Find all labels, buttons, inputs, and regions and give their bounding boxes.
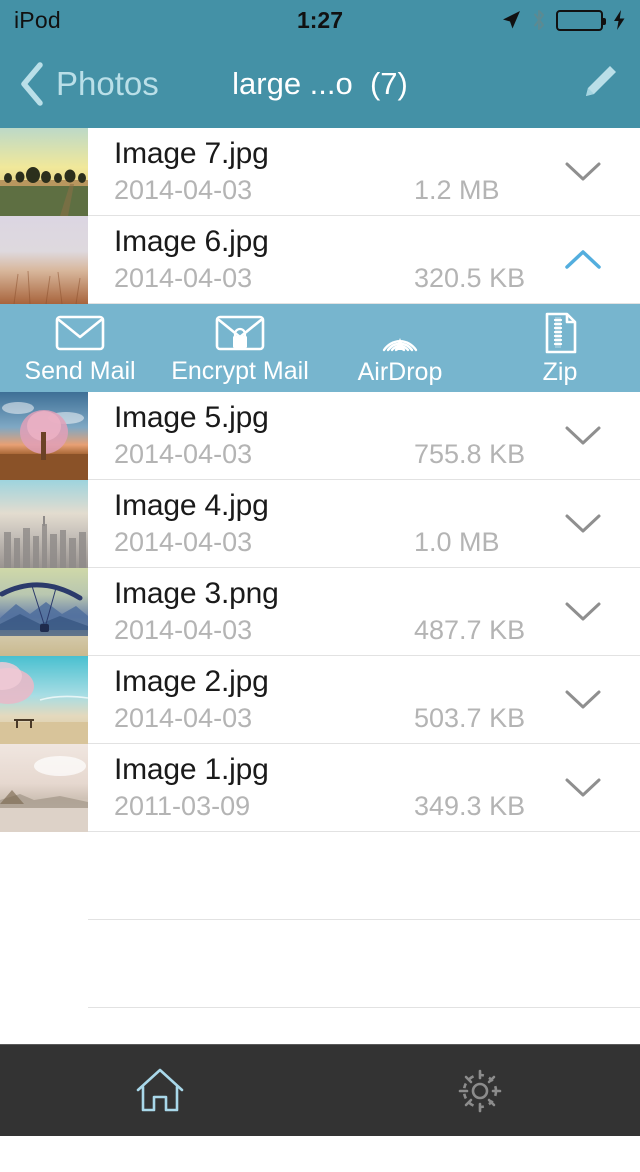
- expand-toggle[interactable]: [562, 767, 604, 809]
- file-action-bar: Send Mail Encrypt Mail AirDrop Zip: [0, 304, 640, 392]
- table-row[interactable]: Image 1.jpg 2011-03-09 349.3 KB: [0, 744, 640, 832]
- send-mail-button[interactable]: Send Mail: [0, 311, 160, 386]
- table-row[interactable]: Image 3.png 2014-04-03 487.7 KB: [0, 568, 640, 656]
- chevron-left-icon: [21, 62, 43, 106]
- expand-toggle[interactable]: [562, 151, 604, 193]
- zip-file-icon: [545, 312, 577, 353]
- table-row[interactable]: Image 7.jpg 2014-04-03 1.2 MB: [0, 128, 640, 216]
- envelope-lock-icon: [215, 315, 265, 350]
- file-date: 2011-03-09: [114, 791, 251, 821]
- file-date: 2014-04-03: [114, 175, 253, 205]
- file-date: 2014-04-03: [114, 439, 253, 469]
- back-button[interactable]: Photos: [18, 61, 159, 107]
- file-thumbnail: [0, 744, 88, 832]
- chevron-down-icon: [565, 162, 601, 180]
- empty-row: [0, 920, 640, 1008]
- table-row[interactable]: Image 5.jpg 2014-04-03 755.8 KB: [0, 392, 640, 480]
- edit-button[interactable]: [578, 60, 622, 109]
- file-size: 487.7 KB: [414, 615, 526, 645]
- table-row[interactable]: Image 4.jpg 2014-04-03 1.0 MB: [0, 480, 640, 568]
- pencil-icon: [586, 65, 616, 96]
- chevron-down-icon: [565, 514, 601, 532]
- expand-toggle[interactable]: [562, 415, 604, 457]
- navigation-bar: Photos large ...o (7): [0, 40, 640, 128]
- envelope-icon: [55, 315, 105, 350]
- home-icon: [136, 1068, 184, 1111]
- file-thumbnail: [0, 480, 88, 568]
- bluetooth-icon: [534, 10, 544, 30]
- chevron-down-icon: [565, 602, 601, 620]
- action-label: Encrypt Mail: [171, 356, 309, 385]
- expand-toggle[interactable]: [562, 591, 604, 633]
- back-button-label: Photos: [56, 65, 159, 102]
- file-list: Image 7.jpg 2014-04-03 1.2 MB Image 6.jp…: [0, 128, 640, 1008]
- location-arrow-icon: [503, 11, 520, 29]
- encrypt-mail-button[interactable]: Encrypt Mail: [160, 311, 320, 386]
- file-thumbnail: [0, 392, 88, 480]
- file-size: 349.3 KB: [414, 791, 526, 821]
- tab-home[interactable]: [0, 1064, 320, 1118]
- expand-toggle[interactable]: [562, 679, 604, 721]
- file-date: 2014-04-03: [114, 703, 253, 733]
- file-thumbnail: [0, 216, 88, 304]
- action-label: Send Mail: [24, 356, 136, 385]
- status-bar: iPod 1:27: [0, 0, 640, 40]
- tab-settings[interactable]: [320, 1064, 640, 1118]
- content-area: Image 7.jpg 2014-04-03 1.2 MB Image 6.jp…: [0, 128, 640, 1172]
- chevron-down-icon: [565, 690, 601, 708]
- file-thumbnail: [0, 128, 88, 216]
- file-thumbnail: [0, 568, 88, 656]
- file-date: 2014-04-03: [114, 615, 253, 645]
- gear-icon: [458, 1069, 502, 1112]
- lightning-bolt-icon: [614, 10, 625, 30]
- expand-toggle[interactable]: [562, 503, 604, 545]
- tab-bar: [0, 1044, 640, 1136]
- chevron-up-icon: [565, 249, 601, 269]
- file-date: 2014-04-03: [114, 527, 253, 557]
- file-date: 2014-04-03: [114, 263, 253, 293]
- action-label: Zip: [542, 357, 578, 386]
- empty-row: [0, 832, 640, 920]
- chevron-down-icon: [565, 426, 601, 444]
- file-size: 320.5 KB: [414, 263, 526, 293]
- collapse-toggle[interactable]: [562, 239, 604, 281]
- chevron-down-icon: [565, 778, 601, 796]
- file-size: 1.0 MB: [414, 527, 500, 557]
- table-row[interactable]: Image 2.jpg 2014-04-03 503.7 KB: [0, 656, 640, 744]
- airdrop-icon: [382, 337, 418, 351]
- zip-button[interactable]: Zip: [480, 310, 640, 387]
- file-thumbnail: [0, 656, 88, 744]
- battery-full-icon: [556, 9, 606, 31]
- airdrop-button[interactable]: AirDrop: [320, 310, 480, 387]
- file-size: 755.8 KB: [414, 439, 526, 469]
- action-label: AirDrop: [357, 357, 443, 386]
- file-size: 1.2 MB: [414, 175, 500, 205]
- file-size: 503.7 KB: [414, 703, 526, 733]
- status-icons: [500, 8, 626, 32]
- table-row[interactable]: Image 6.jpg 2014-04-03 320.5 KB: [0, 216, 640, 304]
